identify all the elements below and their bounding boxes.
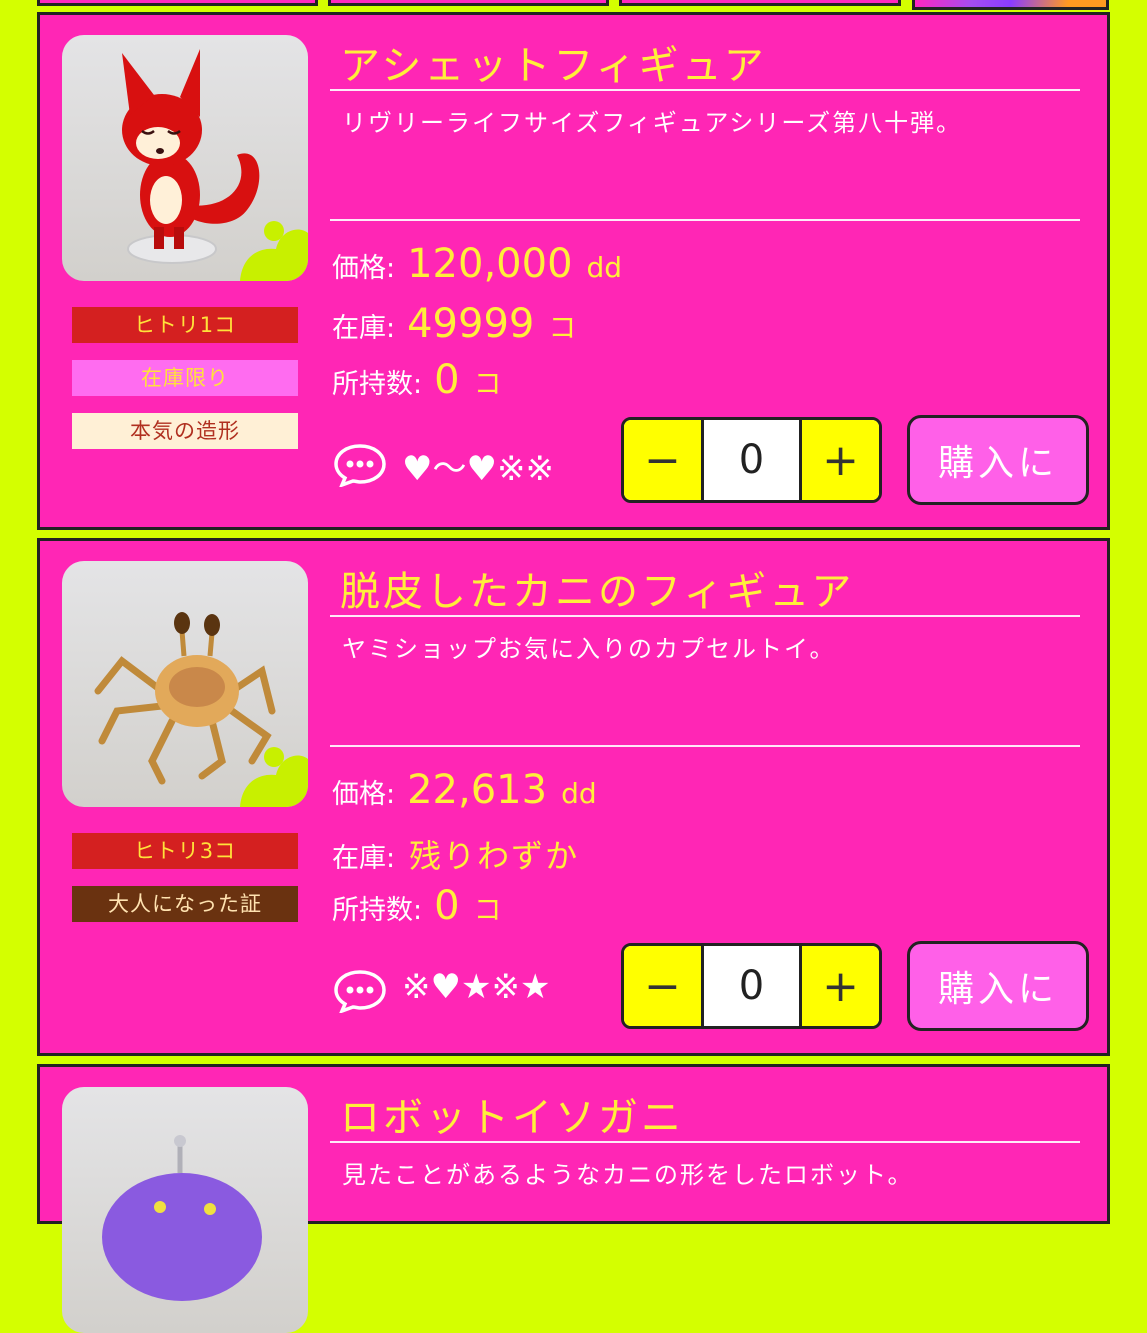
top-tab-3[interactable] [619,0,901,6]
owned-value: 0 [434,883,460,929]
product-description: リヴリーライフサイズフィギュアシリーズ第八十弾。 [342,109,963,137]
owned-unit: コ [473,893,502,926]
price-unit: dd [586,251,623,284]
product-image-robot-crab[interactable] [62,1087,308,1333]
product-title: 脱皮したカニのフィギュア [340,569,855,615]
tag-detail: 本気の造形 [72,413,298,449]
price-label: 価格: [332,779,396,810]
tag-detail: 大人になった証 [72,886,298,922]
product-title: アシェットフィギュア [340,43,767,89]
product-card: ロボットイソガニ 見たことがあるようなカニの形をしたロボット。 [37,1064,1110,1333]
owned-label: 所持数: [332,895,423,926]
top-banner[interactable] [912,0,1109,10]
owned-row: 所持数: 0 コ [332,357,502,403]
comment-icon[interactable] [332,443,388,487]
buy-button[interactable]: 購入に [907,941,1089,1031]
top-tab-1[interactable] [37,0,318,6]
comment-icon[interactable] [332,969,388,1013]
product-image-red-fox[interactable] [62,35,308,281]
product-description: 見たことがあるようなカニの形をしたロボット。 [342,1161,914,1189]
owned-label: 所持数: [332,369,423,400]
price-row: 価格: 22,613 dd [332,767,597,813]
quantity-stepper[interactable]: − 0 + [621,943,882,1029]
tag-limit: ヒトリ1コ [72,307,298,343]
price-value: 120,000 [407,241,573,287]
divider [330,1141,1080,1143]
price-label: 価格: [332,253,396,284]
quantity-input[interactable]: 0 [704,420,799,500]
price-row: 価格: 120,000 dd [332,241,622,287]
price-unit: dd [561,777,597,810]
owned-value: 0 [434,357,460,403]
stock-value: 残りわずか [409,837,580,875]
product-card: ヒトリ3コ 大人になった証 脱皮したカニのフィギュア ヤミショップお気に入りのカ… [37,538,1110,1056]
tag-limited-stock: 在庫限り [72,360,298,396]
stock-row: 在庫: 残りわずか [332,831,579,877]
product-title: ロボットイソガニ [340,1095,684,1141]
quantity-input[interactable]: 0 [704,946,799,1026]
plus-button[interactable]: + [799,420,879,500]
divider [330,89,1080,91]
stock-row: 在庫: 49999 コ [332,301,576,347]
owned-unit: コ [473,367,502,400]
product-card: ヒトリ1コ 在庫限り 本気の造形 アシェットフィギュア リヴリーライフサイズフィ… [37,12,1110,530]
top-tab-2[interactable] [328,0,609,6]
stock-label: 在庫: [332,313,396,344]
plus-button[interactable]: + [799,946,879,1026]
tag-limit: ヒトリ3コ [72,833,298,869]
divider [330,745,1080,747]
product-image-crab[interactable] [62,561,308,807]
divider [330,615,1080,617]
minus-button[interactable]: − [624,946,704,1026]
buy-button[interactable]: 購入に [907,415,1089,505]
comment-symbols: ♥〜♥※※ [402,449,554,489]
divider [330,219,1080,221]
quantity-stepper[interactable]: − 0 + [621,417,882,503]
price-value: 22,613 [407,767,548,813]
comment-symbols: ※♥★※★ [402,967,551,1007]
owned-row: 所持数: 0 コ [332,883,502,929]
stock-label: 在庫: [332,843,396,874]
stock-value: 49999 [407,301,535,347]
minus-button[interactable]: − [624,420,704,500]
product-description: ヤミショップお気に入りのカプセルトイ。 [342,635,836,663]
stock-unit: コ [548,311,577,344]
